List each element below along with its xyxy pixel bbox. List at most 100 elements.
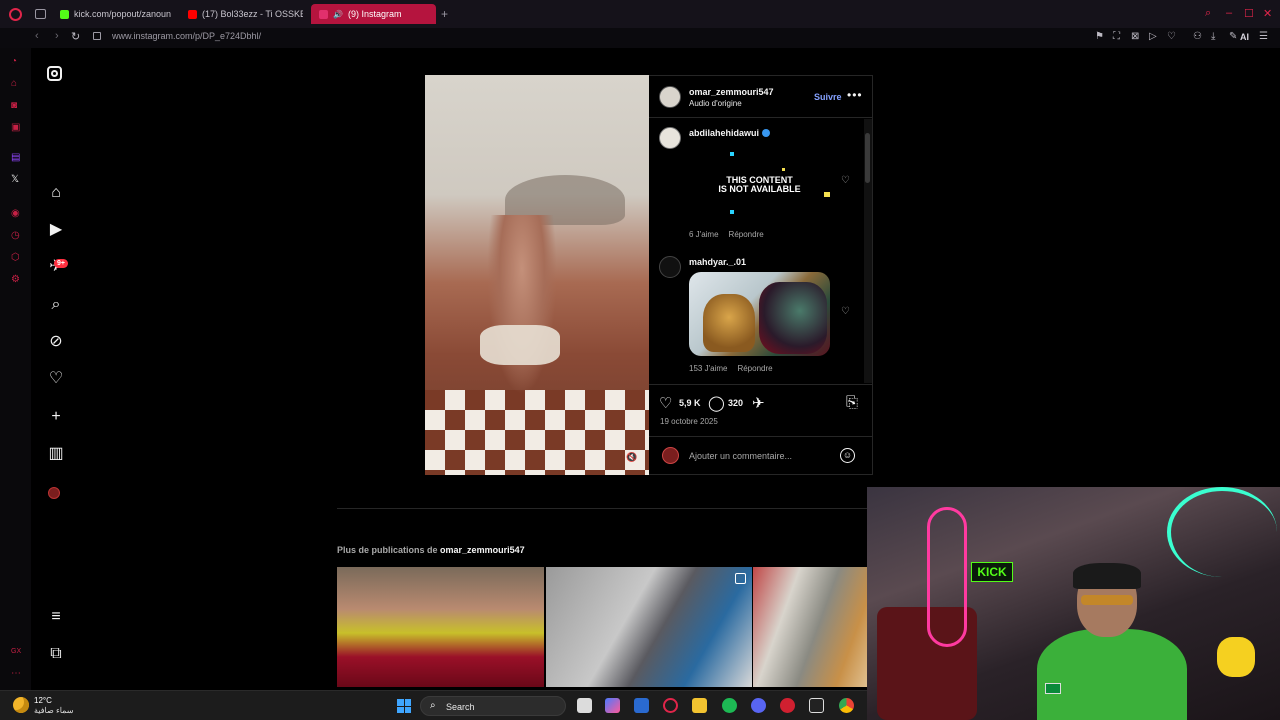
weather-moon-icon[interactable] [13, 697, 29, 713]
reply-button[interactable]: Répondre [737, 364, 772, 373]
browser-tab-bar: kick.com/popout/zanoun (17) Bol33ezz - T… [0, 0, 1280, 28]
profile-icon[interactable]: ⚇ [1193, 31, 1202, 42]
weather-temp[interactable]: 12°C [34, 696, 52, 705]
minimize-icon[interactable]: – [1226, 7, 1232, 19]
start-icon[interactable] [397, 699, 411, 713]
like-count[interactable]: 5,9 K [679, 398, 701, 408]
player-icon[interactable]: ▷ [1149, 31, 1157, 42]
app-icon[interactable] [809, 698, 824, 713]
bookmark-page-icon[interactable]: ⚑ [1095, 31, 1104, 42]
extensions-icon[interactable]: ⬡ [11, 252, 20, 263]
spotify-icon[interactable] [722, 698, 737, 713]
tab-label: kick.com/popout/zanoun [74, 9, 172, 19]
gif-dot [730, 152, 734, 156]
forward-icon[interactable]: › [55, 30, 59, 42]
more-post-thumb[interactable] [337, 567, 544, 687]
snapshot-icon[interactable]: ⛶ [1113, 31, 1120, 42]
task-view-icon[interactable] [577, 698, 592, 713]
easy-setup-icon[interactable]: ☰ [1259, 31, 1268, 42]
commenter-username[interactable]: mahdyar._.01 [689, 257, 746, 267]
more-post-thumb[interactable] [753, 567, 867, 687]
twitch-icon[interactable]: ▤ [11, 152, 20, 163]
sidebar-messenger-icon[interactable]: ◙ [11, 100, 17, 111]
download-icon[interactable]: ⤓ [1211, 31, 1215, 42]
post-video[interactable] [425, 75, 649, 475]
store-icon[interactable] [634, 698, 649, 713]
reels-icon[interactable]: ▶ [47, 221, 65, 239]
tab-kick[interactable]: kick.com/popout/zanoun [60, 4, 175, 24]
explore-icon[interactable]: ⊘ [47, 333, 65, 351]
opera-logo-icon[interactable] [9, 8, 22, 21]
comment-likes[interactable]: 6 J'aime [689, 230, 719, 239]
comment-icon[interactable]: ◯ [708, 394, 725, 412]
search-icon[interactable]: ⌕ [47, 296, 65, 314]
audio-label[interactable]: Audio d'origine [689, 99, 742, 108]
author-username[interactable]: omar_zemmouri547 [689, 87, 774, 97]
menu-icon[interactable]: ≡ [47, 608, 65, 626]
more-posts-user[interactable]: omar_zemmouri547 [440, 545, 525, 555]
app-icon[interactable] [780, 698, 795, 713]
chrome-icon[interactable] [839, 698, 854, 713]
close-window-icon[interactable]: ✕ [1263, 7, 1272, 20]
notifications-heart-icon[interactable]: ♡ [47, 370, 65, 388]
workspaces-icon[interactable] [35, 9, 46, 19]
comment-image[interactable] [689, 272, 830, 356]
post-date[interactable]: 19 octobre 2025 [660, 417, 718, 426]
follow-button[interactable]: Suivre [814, 92, 842, 102]
comment-like-icon[interactable]: ♡ [841, 306, 850, 317]
save-icon[interactable]: ⎘ [846, 394, 858, 411]
like-icon[interactable]: ♡ [659, 394, 672, 412]
reload-icon[interactable]: ↻ [71, 30, 80, 43]
new-tab-icon[interactable]: + [441, 7, 448, 21]
commenter-username[interactable]: abdilahehidawui [689, 128, 771, 138]
speaker-icon[interactable]: 🔊 [333, 10, 343, 19]
commenter-avatar[interactable] [659, 127, 681, 149]
profile-avatar[interactable] [48, 487, 60, 499]
create-icon[interactable]: + [47, 408, 65, 426]
search-tabs-icon[interactable]: ⌕ [1205, 7, 1211, 20]
heart-icon[interactable]: ♡ [1167, 31, 1176, 42]
gx-icon[interactable]: GX [11, 648, 21, 655]
weather-desc[interactable]: سماء صافية [34, 706, 74, 715]
home-icon[interactable]: ⌂ [47, 184, 65, 202]
copilot-icon[interactable] [605, 698, 620, 713]
instagram-logo-icon[interactable] [47, 66, 62, 81]
comment-likes[interactable]: 153 J'aime [689, 364, 727, 373]
taskbar-search[interactable]: ⌕ Search [420, 696, 566, 716]
tab-instagram[interactable]: 🔊 (9) Instagram [311, 4, 436, 24]
sidebar-player-icon[interactable]: ◉ [11, 208, 20, 219]
dashboard-icon[interactable]: ▥ [47, 445, 65, 463]
sidebar-music-icon[interactable]: ▣ [11, 122, 20, 133]
sidebar-feature-icon[interactable]: ◔ [11, 56, 17, 67]
youtube-favicon-icon [188, 9, 197, 19]
also-from-meta-icon[interactable]: ⧉ [47, 645, 65, 663]
url-field[interactable]: www.instagram.com/p/DP_e724Dbhl/ [112, 31, 261, 41]
adblock-icon[interactable]: ⊠ [1131, 31, 1139, 42]
more-post-thumb[interactable] [546, 567, 752, 687]
ai-button[interactable]: AI [1240, 32, 1249, 42]
tab-youtube[interactable]: (17) Bol33ezz - Ti OSSKE [188, 4, 303, 24]
back-icon[interactable]: ‹ [35, 30, 39, 42]
emoji-icon[interactable]: ☺ [840, 448, 855, 463]
comment-like-icon[interactable]: ♡ [841, 175, 850, 186]
commenter-avatar[interactable] [659, 256, 681, 278]
share-icon[interactable]: ✈ [752, 394, 765, 412]
comments-scrollbar[interactable] [864, 119, 872, 383]
reply-button[interactable]: Répondre [729, 230, 764, 239]
maximize-icon[interactable]: ☐ [1244, 7, 1254, 20]
more-icon[interactable]: ⋯ [11, 668, 21, 679]
discord-icon[interactable] [751, 698, 766, 713]
author-avatar[interactable] [659, 86, 681, 108]
history-icon[interactable]: ◷ [11, 230, 20, 241]
opera-gx-icon[interactable] [663, 698, 678, 713]
file-explorer-icon[interactable] [692, 698, 707, 713]
mute-icon[interactable]: 🔇 [626, 452, 637, 463]
scroll-thumb[interactable] [865, 133, 870, 183]
streamer-glasses [1081, 595, 1133, 605]
add-comment-input[interactable]: Ajouter un commentaire... [689, 451, 792, 461]
sidebar-bag-icon[interactable]: ⌂ [11, 78, 17, 89]
x-icon[interactable]: 𝕏 [11, 174, 19, 185]
more-options-icon[interactable]: ••• [847, 88, 863, 102]
settings-icon[interactable]: ⚙ [11, 274, 20, 285]
aria-icon[interactable]: ✎ [1229, 31, 1237, 42]
